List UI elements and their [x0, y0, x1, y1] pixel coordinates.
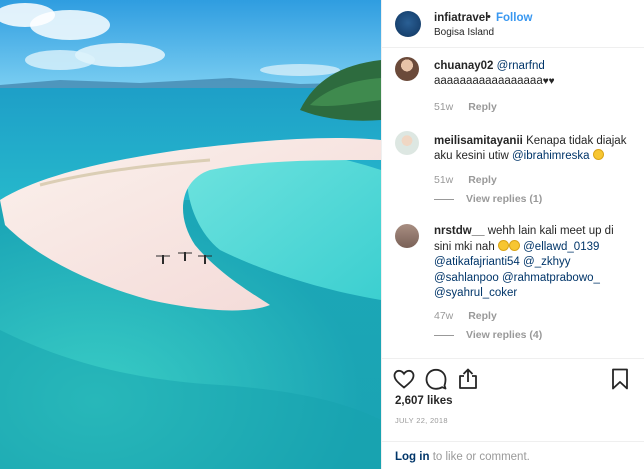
login-link[interactable]: Log in: [395, 451, 430, 463]
comment-text: meilisamitayanii Kenapa tidak diajak aku…: [434, 134, 634, 164]
view-replies-line: [434, 334, 454, 336]
comment-username[interactable]: chuanay02: [434, 60, 493, 72]
follow-button[interactable]: Follow: [496, 12, 532, 24]
comment-age: 51w: [434, 101, 454, 113]
comment-text: nrstdw__ wehh lain kali meet up di sini …: [434, 224, 634, 302]
share-icon[interactable]: [456, 367, 480, 391]
post-details-panel: infiatravel • Follow Bogisa Island chuan…: [381, 0, 644, 469]
post-header: infiatravel • Follow Bogisa Island: [382, 0, 644, 48]
comment-mention[interactable]: @ellawd_0139: [523, 241, 599, 253]
username-link[interactable]: infiatravel: [434, 12, 488, 24]
post-date: JULY 22, 2018: [395, 416, 448, 425]
comment-list[interactable]: chuanay02 @rnarfnd aaaaaaaaaaaaaaaaa♥♥ 5…: [382, 49, 644, 359]
view-replies-line: [434, 198, 454, 200]
commenter-avatar[interactable]: [395, 131, 419, 155]
comment-mention[interactable]: @_zkhyy: [523, 256, 570, 268]
comment-mention[interactable]: @rnarfnd: [497, 60, 545, 72]
comment-mention[interactable]: @rahmatprabowo_: [502, 272, 600, 284]
comment-mention[interactable]: @sahlanpoo: [434, 272, 499, 284]
instagram-post: infiatravel • Follow Bogisa Island chuan…: [0, 0, 644, 469]
login-prompt: Log in to like or comment.: [382, 441, 644, 469]
profile-avatar[interactable]: [395, 11, 421, 37]
comment-icon[interactable]: [424, 367, 448, 391]
view-replies-button[interactable]: View replies (1): [434, 193, 542, 205]
comment-mention[interactable]: @atikafajrianti54: [434, 256, 520, 268]
comment-username[interactable]: meilisamitayanii: [434, 135, 523, 147]
bookmark-icon[interactable]: [608, 367, 632, 391]
comment-meta: 51w Reply: [434, 101, 497, 113]
comment-meta: 51w Reply: [434, 174, 497, 186]
likes-count[interactable]: 2,607 likes: [395, 395, 453, 407]
comment-meta: 47w Reply: [434, 310, 497, 322]
comment-age: 47w: [434, 310, 454, 322]
comment-body: aaaaaaaaaaaaaaaaa: [434, 75, 543, 87]
reply-button[interactable]: Reply: [468, 174, 497, 186]
post-actions: 2,607 likes JULY 22, 2018 Log in to like…: [382, 358, 644, 469]
heart-emoji-icon: ♥♥: [542, 76, 555, 87]
comment-mention[interactable]: @ibrahimreska: [512, 150, 590, 162]
post-photo[interactable]: [0, 0, 381, 469]
comment-text: chuanay02 @rnarfnd aaaaaaaaaaaaaaaaa♥♥: [434, 59, 634, 89]
emoji-icon: [592, 149, 604, 160]
view-replies-label: View replies (1): [466, 193, 543, 205]
emoji-icon: [497, 239, 509, 251]
comment-mention[interactable]: @syahrul_coker: [434, 287, 517, 299]
view-replies-button[interactable]: View replies (4): [434, 329, 542, 341]
login-prompt-text: to like or comment.: [432, 451, 530, 463]
separator-dot: •: [487, 11, 491, 23]
heart-icon[interactable]: [392, 367, 416, 391]
comment-age: 51w: [434, 174, 454, 186]
reply-button[interactable]: Reply: [468, 101, 497, 113]
commenter-avatar[interactable]: [395, 57, 419, 81]
comment-username[interactable]: nrstdw__: [434, 225, 485, 237]
reply-button[interactable]: Reply: [468, 310, 497, 322]
commenter-avatar[interactable]: [395, 224, 419, 248]
emoji-icon: [508, 239, 520, 251]
view-replies-label: View replies (4): [466, 329, 543, 341]
location-link[interactable]: Bogisa Island: [434, 27, 494, 38]
beach-photo-illustration: [0, 0, 381, 469]
